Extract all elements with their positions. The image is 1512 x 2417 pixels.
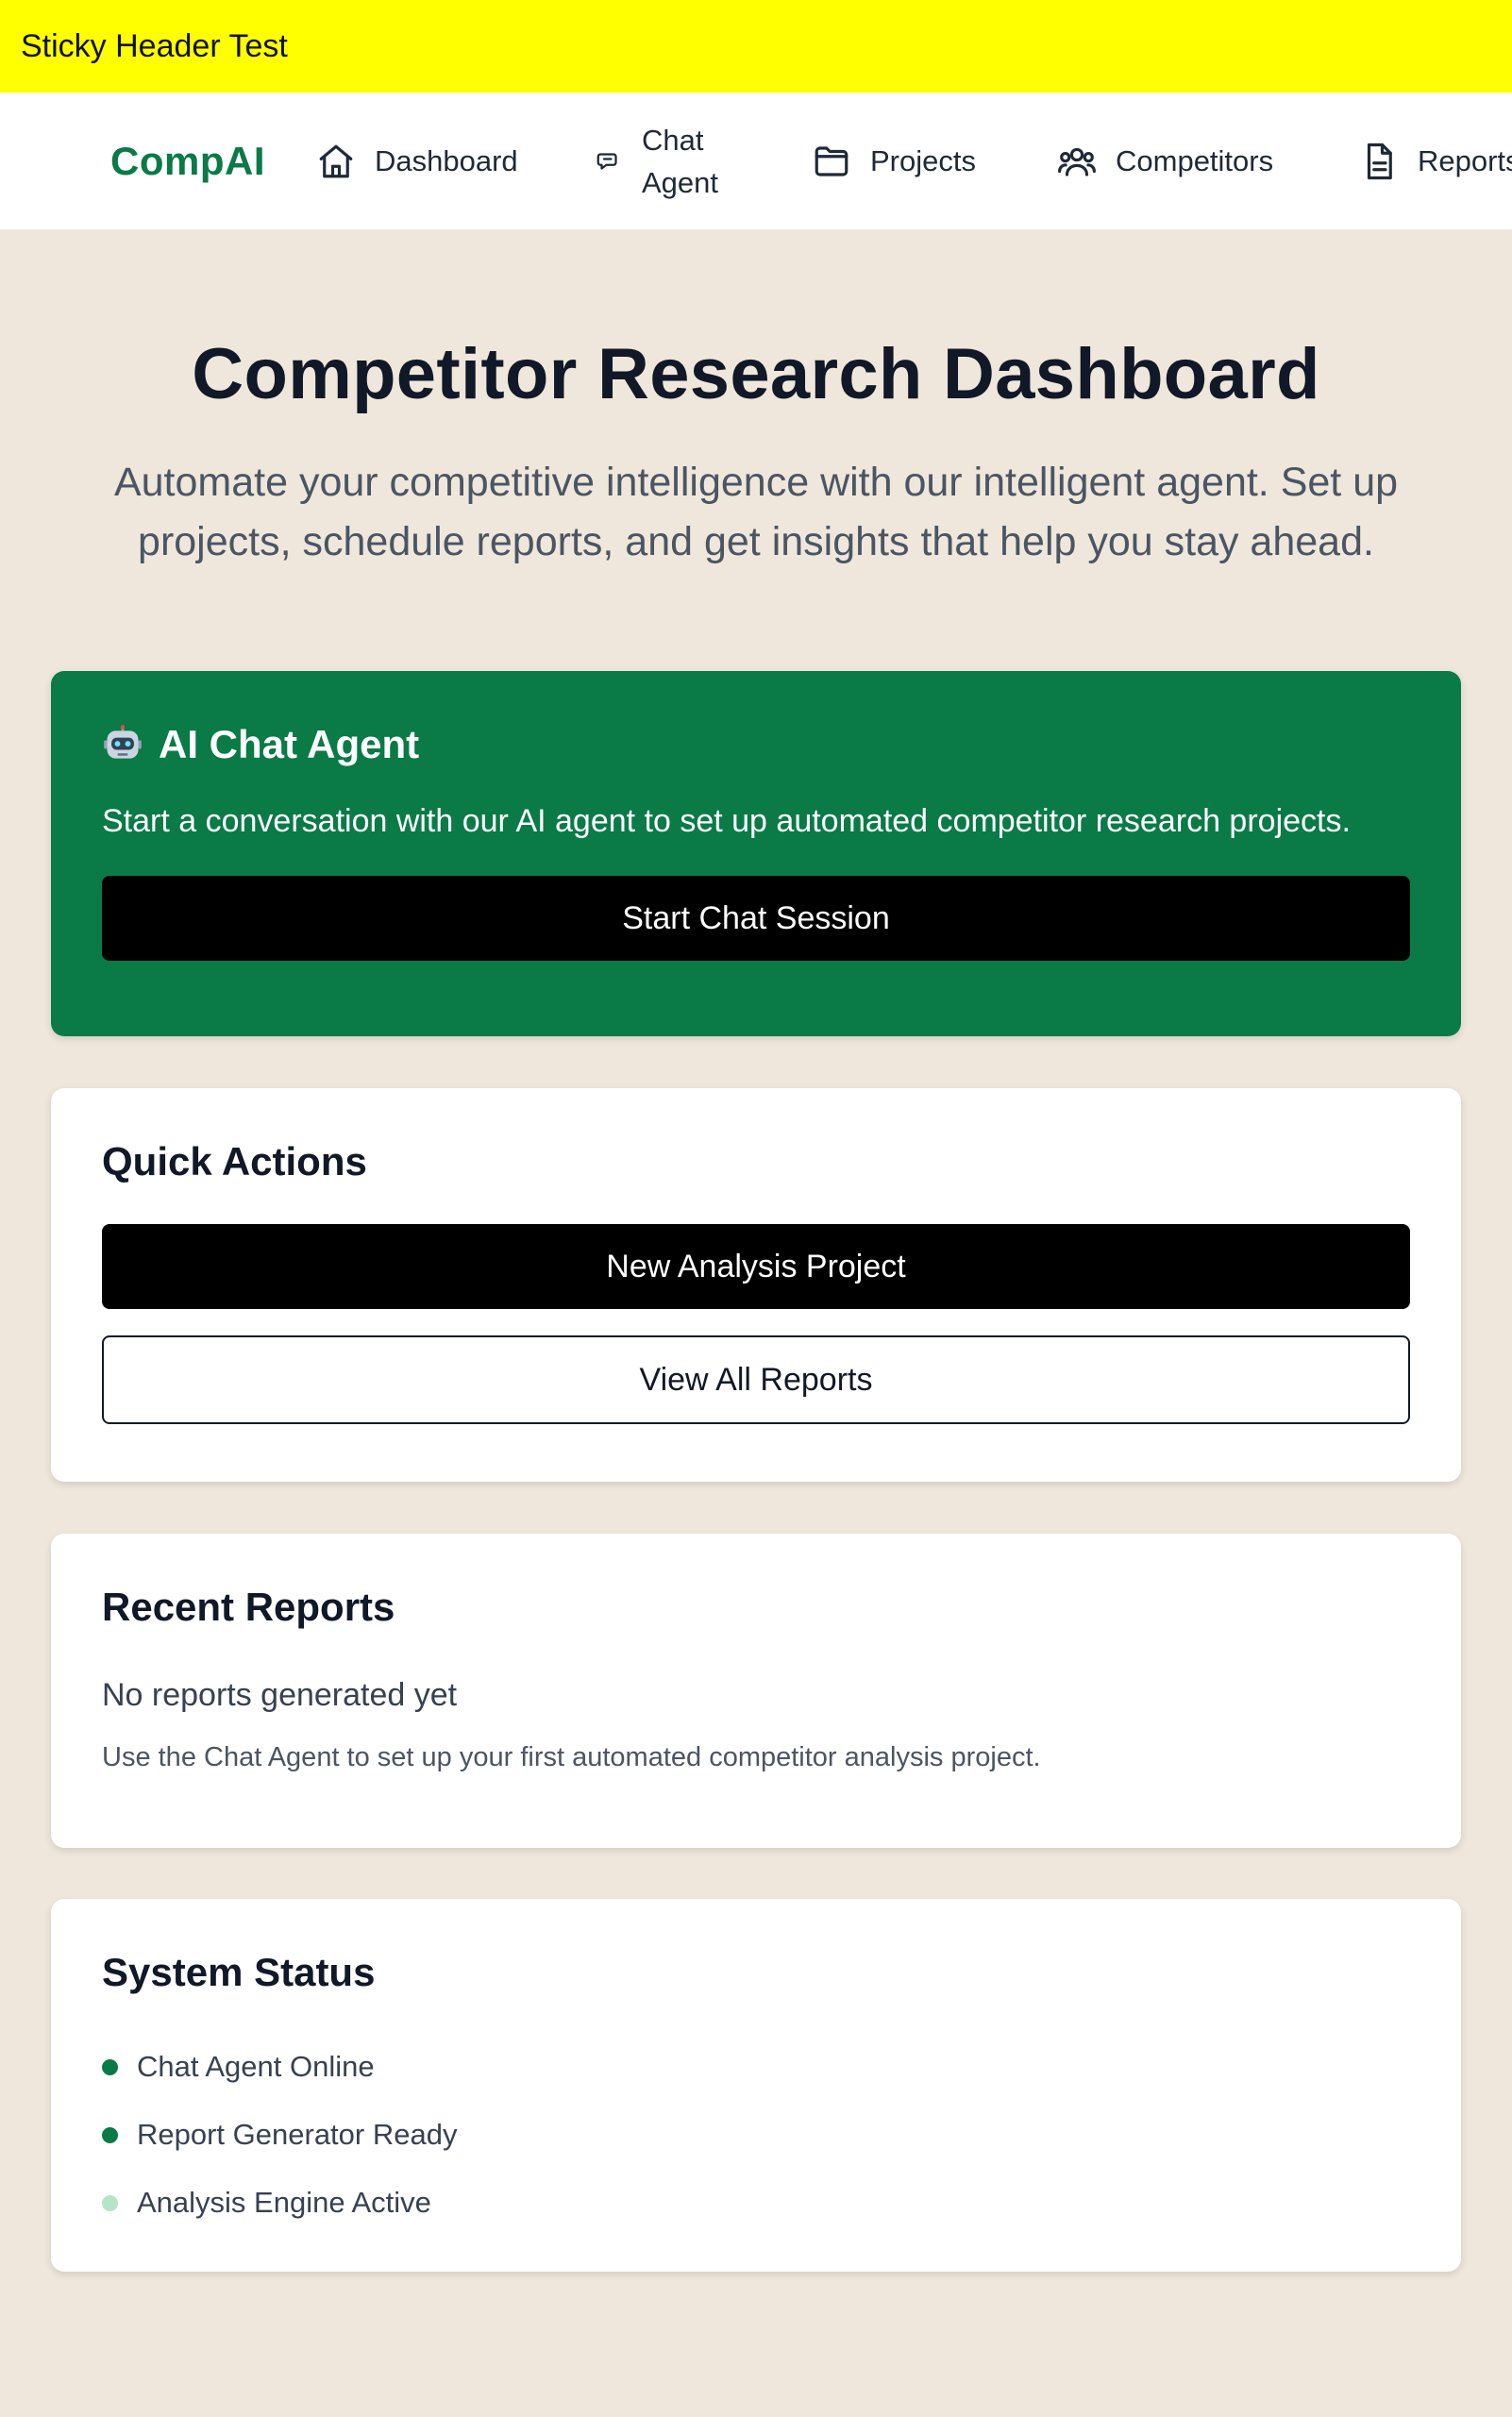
system-status-card: System Status Chat Agent Online Report G… xyxy=(51,1899,1461,2272)
folder-icon xyxy=(815,145,848,176)
status-label: Chat Agent Online xyxy=(137,2050,375,2083)
page-title: Competitor Research Dashboard xyxy=(192,334,1320,414)
chat-card-description: Start a conversation with our AI agent t… xyxy=(102,803,1351,839)
robot-icon xyxy=(104,725,142,759)
nav-item-dashboard[interactable]: Dashboard xyxy=(316,142,518,181)
ai-chat-agent-card: AI Chat Agent Start a conversation with … xyxy=(51,671,1461,1036)
chat-card-title: AI Chat Agent xyxy=(159,722,420,766)
system-status-title: System Status xyxy=(102,1950,376,1994)
status-dot xyxy=(102,2194,118,2211)
nav-item-projects[interactable]: Projects xyxy=(812,142,976,181)
recent-reports-empty-description: Use the Chat Agent to set up your first … xyxy=(102,1742,1041,1772)
sticky-header-text: Sticky Header Test xyxy=(21,27,288,64)
quick-actions-title: Quick Actions xyxy=(102,1139,367,1183)
recent-reports-title: Recent Reports xyxy=(102,1585,395,1629)
recent-reports-empty-title: No reports generated yet xyxy=(102,1677,458,1713)
nav-label-competitors: Competitors xyxy=(1116,143,1274,177)
nav-label-dashboard: Dashboard xyxy=(375,143,518,177)
recent-reports-card: Recent Reports No reports generated yet … xyxy=(51,1534,1461,1848)
quick-actions-card: Quick Actions New Analysis Project View … xyxy=(51,1088,1461,1482)
chat-icon xyxy=(596,152,617,170)
nav-label-projects: Projects xyxy=(870,143,976,177)
users-icon xyxy=(1058,147,1096,176)
top-navbar: CompAI Dashboard Chat Agent Projects Com… xyxy=(0,92,1512,229)
home-icon xyxy=(319,144,353,177)
nav-item-reports[interactable]: Reports xyxy=(1359,142,1512,181)
new-analysis-project-button[interactable]: New Analysis Project xyxy=(102,1224,1410,1309)
page-subtitle: Automate your competitive intelligence w… xyxy=(113,460,1399,564)
start-chat-session-button[interactable]: Start Chat Session xyxy=(102,876,1410,961)
nav-label-reports: Reports xyxy=(1418,143,1512,177)
status-label: Analysis Engine Active xyxy=(137,2186,431,2219)
status-dot xyxy=(102,2058,118,2075)
document-icon xyxy=(1367,143,1392,179)
status-label: Report Generator Ready xyxy=(137,2118,458,2151)
brand-logo[interactable]: CompAI xyxy=(110,139,265,184)
nav-item-chat-agent[interactable]: Chat Agent xyxy=(595,119,727,204)
view-all-reports-button[interactable]: View All Reports xyxy=(102,1335,1410,1424)
status-list: Chat Agent Online Report Generator Ready… xyxy=(102,2033,1410,2237)
status-item-report-generator: Report Generator Ready xyxy=(102,2101,1410,2169)
status-dot xyxy=(102,2126,118,2143)
chat-card-header: AI Chat Agent xyxy=(102,722,1410,767)
main-content: Competitor Research Dashboard Automate y… xyxy=(0,229,1512,2272)
status-item-analysis-engine: Analysis Engine Active xyxy=(102,2169,1410,2237)
nav-label-chat-agent: Chat Agent xyxy=(642,123,719,199)
hero-section: Competitor Research Dashboard Automate y… xyxy=(0,229,1512,572)
status-item-chat-agent: Chat Agent Online xyxy=(102,2033,1410,2101)
sticky-header: Sticky Header Test xyxy=(0,0,1512,92)
nav-item-competitors[interactable]: Competitors xyxy=(1057,142,1273,181)
